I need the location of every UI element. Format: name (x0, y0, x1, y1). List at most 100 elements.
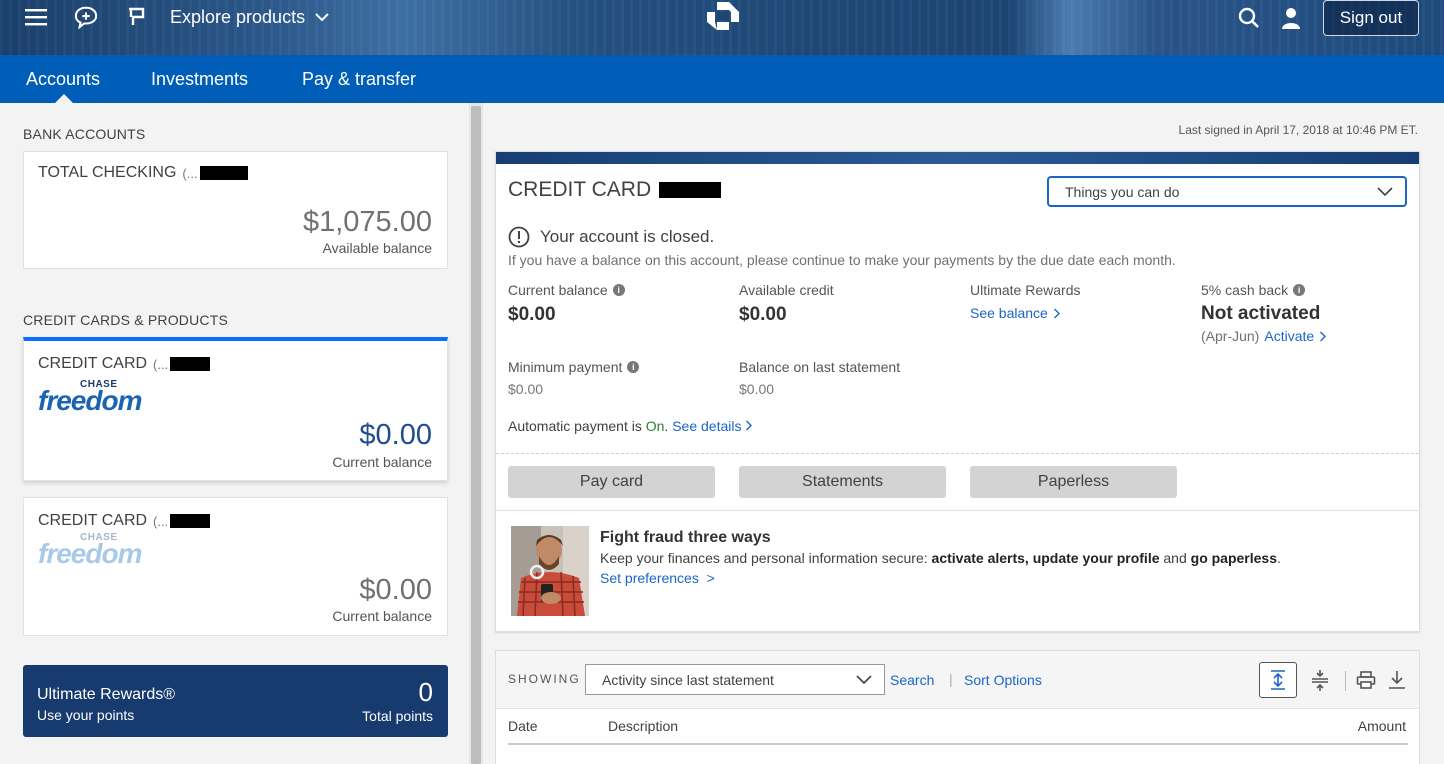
account-balance: $0.00 (359, 574, 432, 606)
rewards-points-label: Total points (362, 708, 433, 724)
see-details-link[interactable]: See details (672, 418, 741, 434)
ultimate-rewards-label: Ultimate Rewards (970, 282, 1081, 298)
chat-icon[interactable] (74, 5, 98, 29)
chevron-right-icon (746, 420, 753, 431)
divider (496, 453, 1419, 454)
see-balance-link[interactable]: See balance (970, 305, 1061, 321)
account-balance: $1,075.00 (302, 206, 432, 238)
menu-icon[interactable] (24, 5, 48, 29)
redacted-account-number (170, 357, 211, 371)
account-summary-card: CREDIT CARD Things you can do Your accou… (495, 151, 1420, 632)
activate-link[interactable]: Activate (1264, 328, 1314, 344)
promo-text-bold-2: go paperless (1190, 550, 1278, 566)
statements-button[interactable]: Statements (739, 466, 946, 498)
account-tile-checking[interactable]: TOTAL CHECKING (... $1,075.00 Available … (23, 151, 448, 269)
redacted-account-number (170, 514, 211, 528)
available-credit-label: Available credit (739, 282, 834, 298)
sidebar-scrollbar-thumb[interactable] (471, 106, 481, 764)
primary-nav: Accounts Investments Pay & transfer (0, 55, 1444, 103)
last-statement-value: $0.00 (739, 381, 775, 397)
chase-freedom-logo: CHASE freedom (38, 379, 148, 419)
brand-text: freedom (38, 538, 142, 569)
chevron-down-icon (1377, 186, 1393, 196)
account-balance: $0.00 (359, 419, 432, 451)
minimum-payment-label: Minimum payment i (508, 359, 640, 375)
flag-icon[interactable] (124, 5, 148, 29)
chase-logo[interactable] (705, 0, 741, 32)
account-name-text: CREDIT CARD (38, 355, 148, 372)
column-header-date[interactable]: Date (508, 718, 538, 734)
sort-options-link[interactable]: Sort Options (964, 672, 1042, 688)
card-header-band (496, 152, 1419, 164)
download-button[interactable] (1378, 662, 1416, 698)
active-tab-indicator (55, 94, 73, 103)
automatic-payment-row: Automatic payment is On. See details (508, 418, 753, 434)
account-tile-credit-card-1[interactable]: CREDIT CARD (... CHASE freedom $0.00 Cur… (23, 337, 448, 481)
account-closed-message: Your account is closed. (540, 227, 715, 246)
chevron-right-icon (1053, 308, 1060, 318)
paperless-button[interactable]: Paperless (970, 466, 1177, 498)
redacted-account-number (199, 166, 248, 180)
card-title-text: CREDIT CARD (508, 178, 652, 201)
account-name-text: TOTAL CHECKING (38, 164, 177, 181)
minimum-payment-value: $0.00 (508, 381, 544, 397)
chevron-right-icon (1320, 331, 1327, 341)
explore-products-menu[interactable]: Explore products (170, 7, 329, 28)
search-activity-link[interactable]: Search (890, 672, 934, 688)
available-credit-value: $0.00 (739, 304, 787, 325)
autopay-period: . (664, 418, 669, 434)
rewards-title: Ultimate Rewards® (37, 686, 176, 703)
cash-back-label-text: 5% cash back (1201, 282, 1289, 298)
top-header: Explore products Sign out (0, 0, 1444, 55)
things-you-can-do-label: Things you can do (1065, 183, 1180, 200)
expand-icon (1271, 670, 1285, 690)
account-balance-label: Available balance (322, 240, 433, 256)
info-icon[interactable]: i (612, 284, 625, 296)
autopay-prefix: Automatic payment is (508, 418, 642, 434)
download-icon (1389, 671, 1405, 689)
autopay-status: On (645, 418, 665, 434)
redacted-account-number (659, 182, 722, 198)
chevron-down-icon (856, 674, 872, 684)
collapse-rows-button[interactable] (1301, 662, 1339, 698)
account-suffix: (... (153, 513, 169, 529)
tab-investments[interactable]: Investments (151, 55, 248, 103)
cash-back-status: Not activated (1201, 303, 1321, 324)
info-icon[interactable]: i (1293, 284, 1306, 296)
pay-card-button[interactable]: Pay card (508, 466, 715, 498)
column-header-description[interactable]: Description (608, 718, 678, 734)
last-statement-label: Balance on last statement (739, 359, 901, 375)
account-suffix: (... (153, 356, 169, 372)
account-balance-label: Current balance (332, 608, 432, 624)
last-signed-in: Last signed in April 17, 2018 at 10:46 P… (1178, 123, 1418, 137)
see-balance-text: See balance (970, 305, 1048, 321)
card-title: CREDIT CARD (508, 178, 722, 202)
things-you-can-do-dropdown[interactable]: Things you can do (1047, 176, 1407, 207)
divider (496, 510, 1419, 511)
current-balance-label-text: Current balance (508, 282, 608, 298)
account-tile-credit-card-2[interactable]: CREDIT CARD (... CHASE freedom $0.00 Cur… (23, 497, 448, 636)
ultimate-rewards-tile[interactable]: Ultimate Rewards® Use your points 0 Tota… (23, 665, 448, 737)
promo-text: Keep your finances and personal informat… (600, 550, 1281, 566)
expand-rows-button[interactable] (1259, 662, 1297, 698)
user-icon[interactable] (1279, 6, 1303, 30)
account-name: CREDIT CARD (... (38, 512, 211, 530)
account-name-text: CREDIT CARD (38, 512, 148, 529)
current-balance-value: $0.00 (508, 304, 556, 325)
print-icon (1356, 671, 1376, 689)
minimum-payment-label-text: Minimum payment (508, 359, 623, 375)
promo-text-end: . (1277, 550, 1281, 566)
activity-filter-select[interactable]: Activity since last statement (585, 664, 885, 695)
brand-text: freedom (38, 385, 142, 416)
activity-toolbar: SHOWING Activity since last statement Se… (496, 651, 1419, 709)
info-icon[interactable]: i (627, 361, 640, 373)
set-preferences-link[interactable]: Set preferences > (600, 570, 715, 586)
header-right-tools: Sign out (1237, 0, 1419, 36)
column-header-amount[interactable]: Amount (1358, 718, 1406, 734)
header-left-tools: Explore products (24, 0, 329, 34)
sign-out-button[interactable]: Sign out (1323, 0, 1419, 36)
cash-back-activate-row: (Apr-Jun) Activate (1201, 328, 1327, 344)
tab-pay-transfer[interactable]: Pay & transfer (302, 55, 416, 103)
account-name: CREDIT CARD (... (38, 355, 211, 373)
search-icon[interactable] (1237, 6, 1261, 30)
